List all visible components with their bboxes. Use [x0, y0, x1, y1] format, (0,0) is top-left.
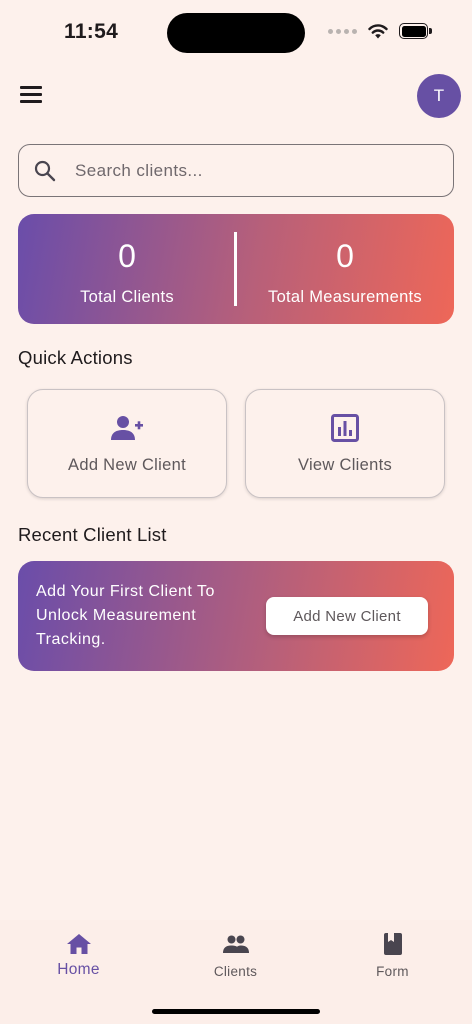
total-measurements-value: 0: [336, 238, 354, 274]
dynamic-island: [167, 13, 305, 53]
add-new-client-card[interactable]: Add New Client: [27, 389, 227, 498]
search-icon: [34, 160, 56, 181]
search-input[interactable]: [75, 160, 415, 181]
status-icons: [328, 22, 432, 40]
quick-actions-title: Quick Actions: [18, 347, 133, 368]
home-icon: [66, 932, 92, 956]
nav-clients[interactable]: Clients: [157, 932, 314, 979]
bar-chart-icon: [329, 414, 361, 442]
wifi-icon: [368, 24, 388, 39]
avatar[interactable]: T: [417, 74, 461, 118]
banner-text: Add Your First Client To Unlock Measurem…: [36, 583, 215, 648]
menu-icon[interactable]: [20, 86, 42, 106]
search-field[interactable]: [18, 144, 454, 197]
battery-icon: [399, 23, 432, 39]
status-bar: 11:54: [0, 0, 472, 64]
stats-card: 0 Total Clients 0 Total Measurements: [18, 214, 454, 324]
total-clients-value: 0: [118, 238, 136, 274]
person-add-icon: [111, 414, 143, 442]
recent-client-list-title: Recent Client List: [18, 524, 167, 545]
empty-clients-banner: Add Your First Client To Unlock Measurem…: [18, 561, 454, 671]
status-time: 11:54: [64, 20, 119, 43]
view-clients-card[interactable]: View Clients: [245, 389, 445, 498]
signal-icon: [328, 28, 357, 34]
book-icon: [380, 932, 406, 956]
banner-add-new-client-button[interactable]: Add New Client: [266, 597, 428, 635]
total-clients-label: Total Clients: [80, 288, 174, 306]
avatar-initial: T: [433, 86, 445, 105]
nav-home-label: Home: [57, 961, 100, 978]
stat-total-clients: 0 Total Clients: [18, 236, 236, 307]
total-measurements-label: Total Measurements: [268, 288, 422, 306]
nav-home[interactable]: Home: [0, 932, 157, 979]
nav-clients-label: Clients: [213, 964, 258, 979]
group-icon: [222, 932, 249, 956]
view-clients-label: View Clients: [297, 456, 393, 474]
home-indicator: [152, 1009, 320, 1014]
nav-form-label: Form: [376, 964, 409, 979]
add-new-client-label: Add New Client: [68, 456, 186, 474]
stat-total-measurements: 0 Total Measurements: [236, 236, 454, 307]
nav-form[interactable]: Form: [314, 932, 471, 979]
